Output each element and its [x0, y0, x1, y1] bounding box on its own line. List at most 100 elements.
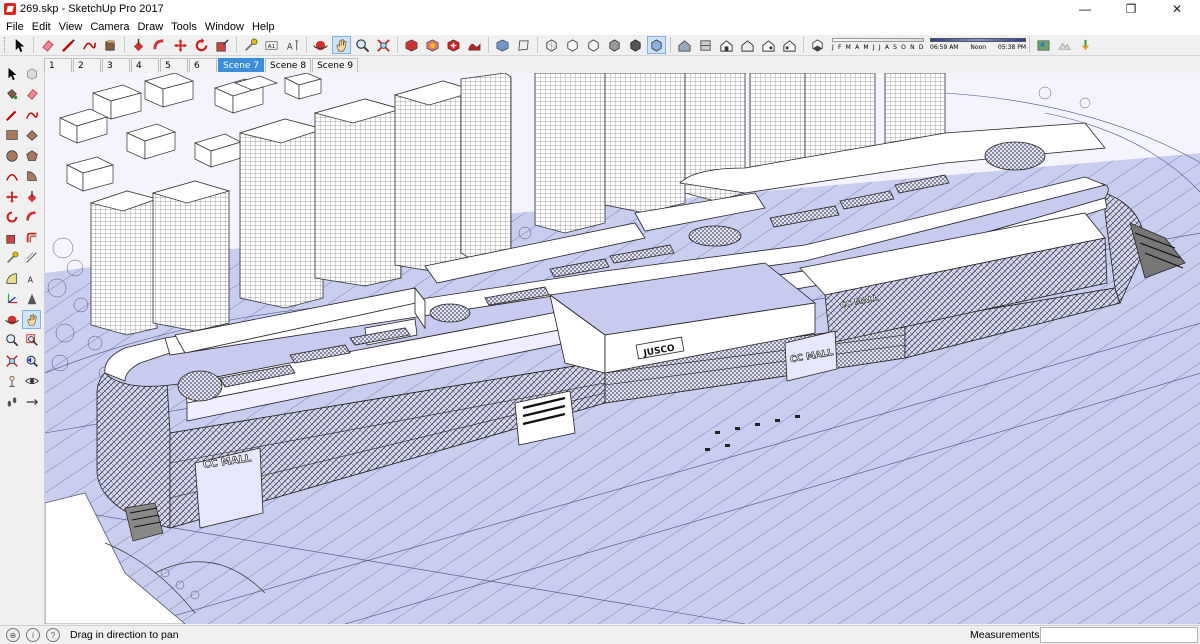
tape-measure-button[interactable] — [2, 249, 21, 268]
zoom-extents-button[interactable] — [2, 351, 21, 370]
circle-tool-button[interactable] — [2, 146, 21, 165]
xray-style-button[interactable] — [542, 36, 561, 54]
dimension-tool-button[interactable] — [22, 249, 41, 268]
paint-bucket-button[interactable] — [2, 85, 21, 104]
axes-tool-button[interactable] — [2, 290, 21, 309]
geo-location-icon[interactable]: ⊕ — [6, 628, 20, 642]
monochrome-button[interactable] — [647, 36, 666, 54]
model-viewport[interactable]: JUSCO CC MALL CC MALL CC MALL — [44, 73, 1200, 624]
scene-tab-6[interactable]: 6 — [189, 58, 217, 72]
select-tool-button[interactable] — [2, 64, 21, 83]
scene-tab-9[interactable]: Scene 9 — [312, 58, 359, 72]
zoom-extents-button[interactable] — [374, 36, 393, 54]
rotate-tool-button[interactable] — [2, 208, 21, 227]
menu-file[interactable]: File — [2, 21, 28, 33]
protractor-tool-button[interactable] — [2, 269, 21, 288]
scene-tab-3[interactable]: 3 — [102, 58, 130, 72]
follow-me-button[interactable] — [150, 36, 169, 54]
text-tool-button[interactable]: A — [283, 36, 302, 54]
shadow-month-slider[interactable]: J F M A M J J A S O N D — [832, 37, 924, 53]
push-pull-button[interactable] — [22, 187, 41, 206]
scene-tab-4[interactable]: 4 — [131, 58, 159, 72]
menu-camera[interactable]: Camera — [86, 21, 133, 33]
scene-tab-7[interactable]: Scene 7 — [218, 58, 265, 72]
zoom-button[interactable] — [353, 36, 372, 54]
paint-bucket-button[interactable] — [101, 36, 120, 54]
scene-tab-5[interactable]: 5 — [160, 58, 188, 72]
rotate-tool-button[interactable] — [192, 36, 211, 54]
shadow-date-control[interactable]: J F M A M J J A S O N D 06:59 AM Noon 05… — [832, 36, 1026, 54]
sketchup-app-icon[interactable] — [4, 3, 16, 15]
arc-tool-button[interactable] — [2, 167, 21, 186]
section-plane-button[interactable] — [22, 392, 41, 411]
move-tool-button[interactable] — [171, 36, 190, 54]
zoom-window-button[interactable] — [22, 331, 41, 350]
right-camera-button[interactable] — [738, 36, 757, 54]
add-location-button[interactable] — [1034, 36, 1053, 54]
line-tool-button[interactable] — [59, 36, 78, 54]
position-camera-button[interactable] — [2, 372, 21, 391]
time-slider-track[interactable] — [930, 38, 1026, 42]
month-slider-track[interactable] — [832, 38, 924, 42]
maximize-button[interactable]: ❐ — [1108, 0, 1154, 18]
pie-tool-button[interactable] — [22, 167, 41, 186]
top-camera-button[interactable] — [696, 36, 715, 54]
menu-help[interactable]: Help — [248, 21, 279, 33]
dimension-tool-button[interactable]: A1 — [262, 36, 281, 54]
close-button[interactable]: ✕ — [1154, 0, 1200, 18]
text-tool-button[interactable]: A — [22, 269, 41, 288]
model-drawing[interactable]: JUSCO CC MALL CC MALL CC MALL — [45, 73, 1200, 624]
pan-button[interactable] — [22, 310, 41, 329]
rectangle-tool-button[interactable] — [2, 126, 21, 145]
3d-text-button[interactable] — [22, 290, 41, 309]
menu-edit[interactable]: Edit — [28, 21, 55, 33]
menu-tools[interactable]: Tools — [167, 21, 201, 33]
iso-camera-button[interactable] — [675, 36, 694, 54]
pan-button[interactable] — [332, 36, 351, 54]
eraser-tool-button[interactable] — [38, 36, 57, 54]
menu-window[interactable]: Window — [201, 21, 248, 33]
offset-tool-button[interactable] — [22, 228, 41, 247]
zoom-button[interactable] — [2, 331, 21, 350]
shadow-toggle-button[interactable] — [808, 36, 827, 54]
help-icon[interactable]: ? — [46, 628, 60, 642]
shaded-button[interactable] — [605, 36, 624, 54]
share-model-button[interactable] — [423, 36, 442, 54]
previous-view-button[interactable] — [22, 351, 41, 370]
shaded-textures-button[interactable] — [626, 36, 645, 54]
front-camera-button[interactable] — [717, 36, 736, 54]
menu-view[interactable]: View — [55, 21, 87, 33]
toolbar-grip[interactable] — [4, 37, 7, 53]
back-edges-button[interactable] — [563, 36, 582, 54]
scene-tab-2[interactable]: 2 — [73, 58, 101, 72]
left-camera-button[interactable] — [780, 36, 799, 54]
credits-icon[interactable]: i — [26, 628, 40, 642]
line-tool-button[interactable] — [2, 105, 21, 124]
look-around-button[interactable] — [22, 372, 41, 391]
menu-draw[interactable]: Draw — [133, 21, 167, 33]
sandbox-button[interactable] — [465, 36, 484, 54]
back-camera-button[interactable] — [759, 36, 778, 54]
scale-tool-button[interactable] — [213, 36, 232, 54]
orbit-button[interactable] — [311, 36, 330, 54]
push-pull-button[interactable] — [129, 36, 148, 54]
rotated-rectangle-button[interactable] — [22, 126, 41, 145]
scale-tool-button[interactable] — [2, 228, 21, 247]
extension-warehouse-button[interactable] — [444, 36, 463, 54]
eraser-tool-button[interactable] — [22, 85, 41, 104]
toggle-terrain-button[interactable] — [1055, 36, 1074, 54]
walk-button[interactable] — [2, 392, 21, 411]
scene-tab-1[interactable]: 1 — [44, 58, 72, 72]
make-component-button[interactable] — [22, 64, 41, 83]
top-view-button[interactable] — [514, 36, 533, 54]
scene-tab-8[interactable]: Scene 8 — [265, 58, 312, 72]
orbit-button[interactable] — [2, 310, 21, 329]
freehand-tool-button[interactable] — [22, 105, 41, 124]
follow-me-button[interactable] — [22, 208, 41, 227]
photo-texture-button[interactable] — [1076, 36, 1095, 54]
move-tool-button[interactable] — [2, 187, 21, 206]
shadow-time-slider[interactable]: 06:59 AM Noon 05:38 PM — [930, 37, 1026, 53]
shape-tool-button[interactable] — [80, 36, 99, 54]
iso-view-button[interactable] — [493, 36, 512, 54]
wireframe-button[interactable] — [584, 36, 603, 54]
